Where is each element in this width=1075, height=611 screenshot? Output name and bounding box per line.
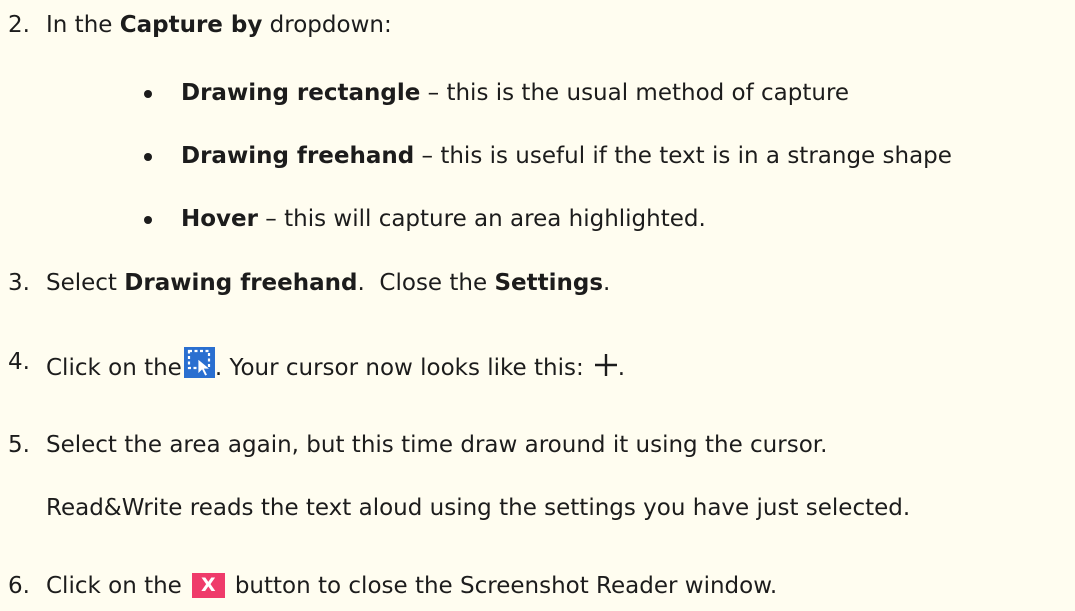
text-span: . Your cursor now looks like this: [214,355,584,381]
bullet-text: Drawing freehand – this is useful if the… [181,141,952,171]
step-number: 5. [8,432,30,458]
text-span: dropdown: [262,12,392,38]
bold-term: Capture by [119,12,263,38]
step-number: 6. [8,573,30,599]
bullet-text: Hover – this will capture an area highli… [181,204,706,234]
step-number: 2. [8,12,30,38]
text-span: In the [46,12,120,38]
bullet-dot [144,216,152,224]
text-span: – this is useful if the text is in a str… [414,143,952,169]
text-span: Click on the [46,355,182,381]
text-span: Select [46,270,125,296]
bold-term: Drawing freehand [181,143,415,169]
text-span: . Close the [357,270,495,296]
screenshot-capture-icon [183,347,215,378]
text-span: . [603,270,611,296]
text-span: Click on the [46,573,182,599]
step-number: 4. [8,349,30,375]
text-span: button to close the Screenshot Reader wi… [234,573,778,599]
bold-term: Hover [181,206,258,232]
text-span: . [617,355,626,381]
step-text: In the Capture by dropdown: [46,10,392,40]
text-span: – this is the usual method of capture [420,80,850,106]
step-number: 3. [8,270,30,296]
crosshair-cursor-icon [594,353,618,377]
bullet-dot [144,153,152,161]
bold-term: Drawing freehand [124,270,358,296]
step-text: Select Drawing freehand. Close the Setti… [46,268,610,298]
step-text: Click on the . Your cursor now looks like… [46,347,625,383]
step-subtext: Read&Write reads the text aloud using th… [46,495,911,521]
step-text: Select the area again, but this time dra… [46,432,828,458]
bold-term: Drawing rectangle [181,80,421,106]
bullet-dot [144,90,152,98]
close-icon: X [191,573,225,598]
text-span: – this will capture an area highlighted. [258,206,706,232]
step-text: Click on the Xbutton to close the Screens… [46,571,777,601]
bullet-text: Drawing rectangle – this is the usual me… [181,78,849,108]
bold-term: Settings [494,270,604,296]
